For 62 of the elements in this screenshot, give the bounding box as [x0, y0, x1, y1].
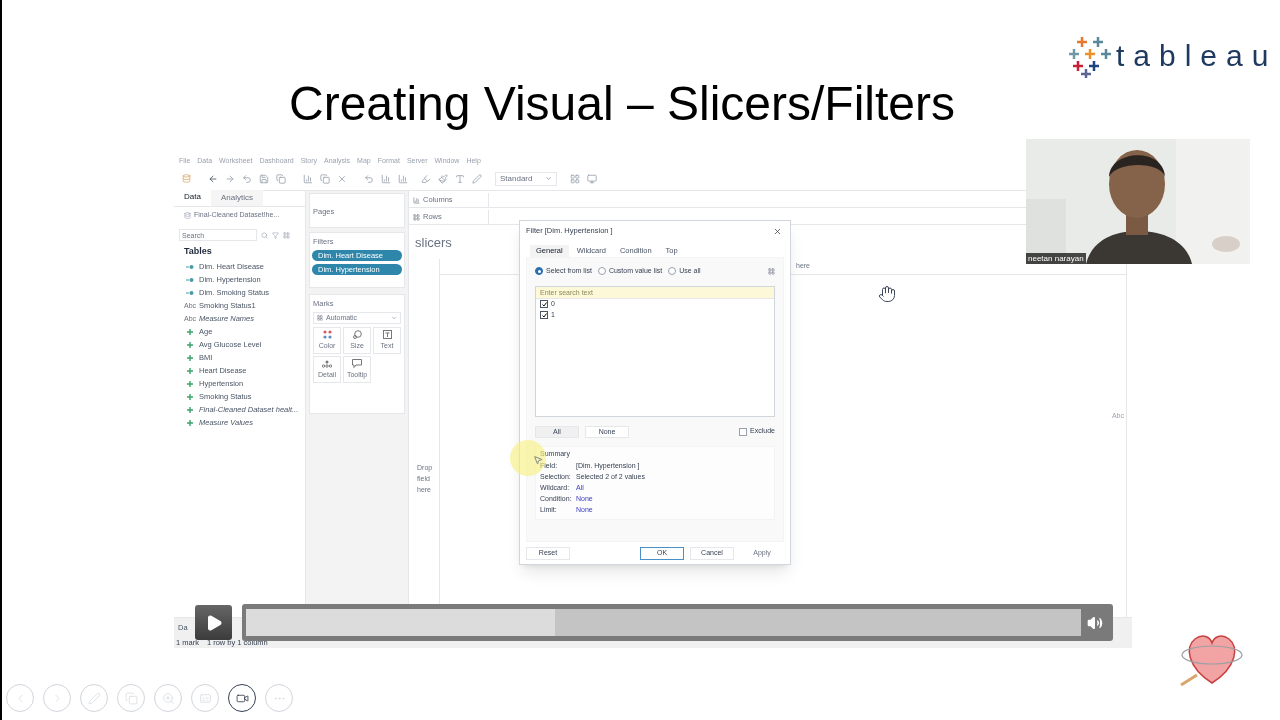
measure-icon: [187, 342, 193, 348]
measure-icon: [187, 394, 193, 400]
measure-icon: [187, 407, 193, 413]
checkbox[interactable]: [540, 311, 548, 319]
measure-icon: [187, 355, 193, 361]
play-button[interactable]: [195, 605, 232, 640]
measure-icon: [187, 368, 193, 374]
brush-icon[interactable]: [438, 173, 448, 184]
caret-icon: [391, 315, 397, 322]
measure-icon: [187, 329, 193, 335]
dimension-icon: [186, 277, 194, 283]
hand-cursor-icon: [878, 285, 896, 303]
pane-tab[interactable]: Analytics: [210, 190, 263, 206]
checkbox[interactable]: [540, 300, 548, 308]
view-size-dropdown[interactable]: Standard: [495, 171, 557, 186]
mark-type-icon: [317, 315, 323, 322]
dimension-icon: [186, 290, 194, 296]
checkbox[interactable]: [739, 427, 748, 436]
volume-icon[interactable]: [1087, 614, 1103, 631]
size-icon: [352, 330, 362, 339]
radio-button[interactable]: [535, 267, 543, 276]
duplicate-icon[interactable]: [320, 173, 330, 184]
filter-icon[interactable]: [272, 231, 279, 239]
slides-icon: [124, 691, 138, 705]
datasource-icon[interactable]: [182, 174, 191, 183]
caret-icon: [545, 175, 552, 182]
highlighter-icon[interactable]: [421, 173, 431, 184]
measure-icon: [187, 420, 193, 426]
radio-button[interactable]: [597, 267, 606, 276]
view-options-icon[interactable]: [283, 231, 290, 239]
rows-icon: [413, 213, 420, 221]
columns-icon: [413, 196, 420, 204]
subtitles-icon: [198, 691, 212, 705]
measure-icon: [187, 381, 193, 387]
sheet-title: slicers: [415, 235, 452, 251]
detail-icon: [322, 359, 332, 368]
pen-icon: [87, 691, 101, 705]
list-options-icon[interactable]: [768, 267, 775, 275]
tooltip-icon: [352, 359, 362, 368]
tables-heading: Tables: [183, 245, 213, 258]
clear-icon[interactable]: [337, 173, 347, 184]
color-dots-icon: [322, 330, 332, 339]
save-icon[interactable]: [259, 173, 269, 184]
radio-button[interactable]: [668, 267, 677, 276]
datasource-icon: [184, 211, 191, 219]
tableau-logo-icon: [1068, 34, 1112, 78]
undo-icon[interactable]: [242, 173, 252, 184]
back-icon[interactable]: [208, 173, 218, 184]
slide-title: Creating Visual – Slicers/Filters: [289, 76, 957, 132]
dimension-icon: [186, 264, 194, 270]
search-icon[interactable]: [261, 231, 268, 239]
label-icon[interactable]: [455, 173, 465, 184]
participant-name: neetan narayan: [1026, 253, 1086, 264]
forward-icon[interactable]: [225, 173, 235, 184]
chart-icon[interactable]: [303, 173, 313, 184]
tableau-logo-text: tableau: [1116, 39, 1278, 73]
zoom-icon: [161, 691, 175, 705]
show-me-icon[interactable]: [570, 173, 580, 184]
text-icon: [382, 330, 392, 339]
close-icon[interactable]: [773, 226, 782, 236]
video-progress-bar[interactable]: [242, 604, 1113, 641]
presentation-icon[interactable]: [587, 173, 597, 184]
